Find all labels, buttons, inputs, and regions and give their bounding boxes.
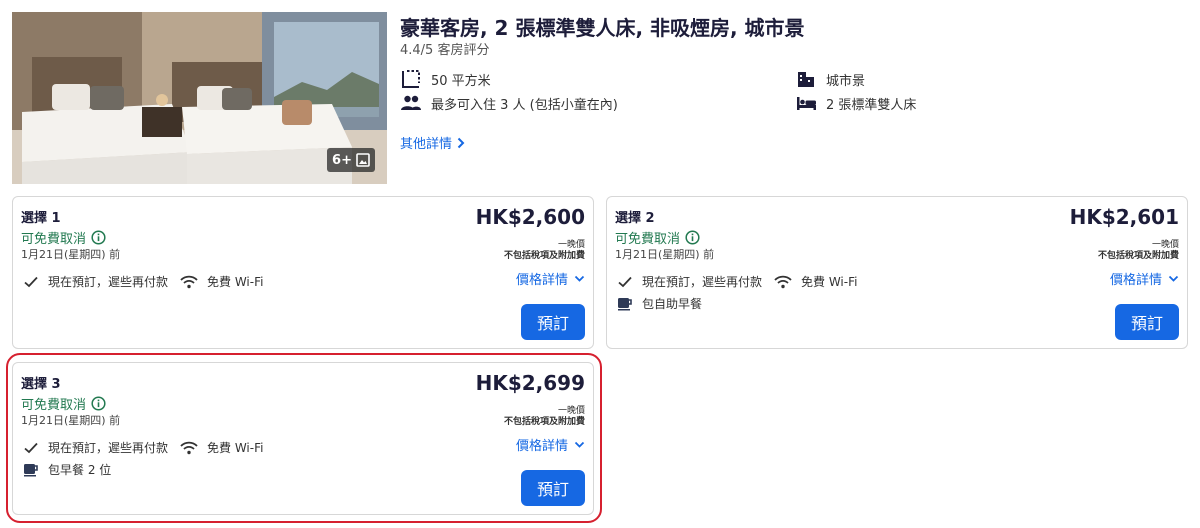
- amenity-breakfast: 包早餐 2 位: [23, 461, 111, 478]
- option-price: HK$2,601: [1069, 205, 1179, 229]
- amenity-breakfast: 包自助早餐: [617, 295, 702, 312]
- info-icon[interactable]: [91, 230, 106, 245]
- free-cancellation: 可免費取消: [615, 228, 700, 247]
- amenity-pay-later: 現在預訂，遲些再付款: [23, 439, 168, 456]
- feature-occupancy: 最多可入住 3 人 (包括小童在內): [400, 93, 618, 113]
- option-title: 選擇 1: [21, 211, 61, 226]
- free-cancellation: 可免費取消: [21, 228, 106, 247]
- wifi-icon: [774, 275, 792, 288]
- reserve-button[interactable]: 預訂: [521, 304, 585, 340]
- amenity-pay-later-label: 現在預訂，遲些再付款: [48, 441, 169, 455]
- free-cancellation-label: 可免費取消: [21, 398, 87, 413]
- price-details-link[interactable]: 價格詳情: [1110, 269, 1179, 288]
- people-icon: [401, 95, 421, 110]
- coffee-cup-icon: [618, 297, 632, 310]
- more-details-link[interactable]: 其他詳情: [400, 133, 465, 152]
- coffee-cup-icon: [24, 463, 38, 476]
- feature-view: 城市景: [795, 69, 865, 89]
- gallery-count: 6+: [332, 152, 352, 168]
- rate-option-card-2: 選擇 2 可免費取消 1月21日(星期四) 前 HK$2,601 一晚價 不包括…: [606, 196, 1188, 349]
- room-rating: 4.4/5 客房評分: [400, 43, 490, 58]
- amenity-wifi: 免費 Wi-Fi: [180, 273, 263, 290]
- amenity-pay-later: 現在預訂，遲些再付款: [23, 273, 168, 290]
- feature-occupancy-label: 最多可入住 3 人 (包括小童在內): [431, 97, 618, 113]
- amenity-wifi: 免費 Wi-Fi: [180, 439, 263, 456]
- amenity-breakfast-label: 包早餐 2 位: [48, 463, 112, 477]
- amenity-pay-later: 現在預訂，遲些再付款: [617, 273, 762, 290]
- check-icon: [24, 276, 38, 287]
- feature-beds-label: 2 張標準雙人床: [826, 97, 917, 113]
- info-icon[interactable]: [685, 230, 700, 245]
- wifi-icon: [180, 275, 198, 288]
- room-title: 豪華客房, 2 張標準雙人床, 非吸煙房, 城市景: [400, 16, 805, 40]
- gallery-icon: [356, 153, 370, 167]
- price-details-link[interactable]: 價格詳情: [516, 435, 585, 454]
- gallery-count-badge[interactable]: 6+: [327, 148, 375, 172]
- tax-note: 不包括稅項及附加費: [503, 417, 585, 427]
- rate-option-card-3: 選擇 3 可免費取消 1月21日(星期四) 前 HK$2,699 一晚價 不包括…: [12, 362, 594, 515]
- reserve-button[interactable]: 預訂: [1115, 304, 1179, 340]
- option-price: HK$2,699: [475, 371, 585, 395]
- check-icon: [618, 276, 632, 287]
- wifi-icon: [180, 441, 198, 454]
- option-title: 選擇 3: [21, 377, 61, 392]
- feature-size-label: 50 平方米: [431, 73, 491, 89]
- amenity-wifi-label: 免費 Wi-Fi: [207, 441, 264, 455]
- chevron-right-icon: [457, 137, 465, 148]
- chevron-down-icon: [1168, 275, 1179, 282]
- info-icon[interactable]: [91, 396, 106, 411]
- cancel-deadline: 1月21日(星期四) 前: [21, 248, 121, 261]
- chevron-down-icon: [574, 275, 585, 282]
- free-cancellation: 可免費取消: [21, 394, 106, 413]
- price-details-link[interactable]: 價格詳情: [516, 269, 585, 288]
- amenity-pay-later-label: 現在預訂，遲些再付款: [48, 275, 169, 289]
- tax-note: 不包括稅項及附加費: [503, 251, 585, 261]
- floor-plan-icon: [402, 70, 420, 88]
- check-icon: [24, 442, 38, 453]
- tax-note: 不包括稅項及附加費: [1097, 251, 1179, 261]
- free-cancellation-label: 可免費取消: [21, 232, 87, 247]
- price-details-label: 價格詳情: [1109, 273, 1162, 288]
- cancel-deadline: 1月21日(星期四) 前: [21, 414, 121, 427]
- bed-icon: [797, 97, 816, 110]
- chevron-down-icon: [574, 441, 585, 448]
- amenity-wifi-label: 免費 Wi-Fi: [207, 275, 264, 289]
- city-icon: [798, 72, 814, 87]
- option-price: HK$2,600: [475, 205, 585, 229]
- feature-size: 50 平方米: [400, 69, 491, 89]
- reserve-button[interactable]: 預訂: [521, 470, 585, 506]
- option-title: 選擇 2: [615, 211, 655, 226]
- price-details-label: 價格詳情: [515, 439, 568, 454]
- more-details-label: 其他詳情: [400, 137, 453, 152]
- amenity-breakfast-label: 包自助早餐: [642, 297, 703, 311]
- cancel-deadline: 1月21日(星期四) 前: [615, 248, 715, 261]
- amenity-pay-later-label: 現在預訂，遲些再付款: [642, 275, 763, 289]
- free-cancellation-label: 可免費取消: [615, 232, 681, 247]
- price-details-label: 價格詳情: [515, 273, 568, 288]
- feature-view-label: 城市景: [826, 73, 866, 89]
- feature-beds: 2 張標準雙人床: [795, 93, 916, 113]
- rate-option-card-1: 選擇 1 可免費取消 1月21日(星期四) 前 HK$2,600 一晚價 不包括…: [12, 196, 594, 349]
- amenity-wifi: 免費 Wi-Fi: [774, 273, 857, 290]
- room-photo[interactable]: 6+: [12, 12, 387, 184]
- amenity-wifi-label: 免費 Wi-Fi: [801, 275, 858, 289]
